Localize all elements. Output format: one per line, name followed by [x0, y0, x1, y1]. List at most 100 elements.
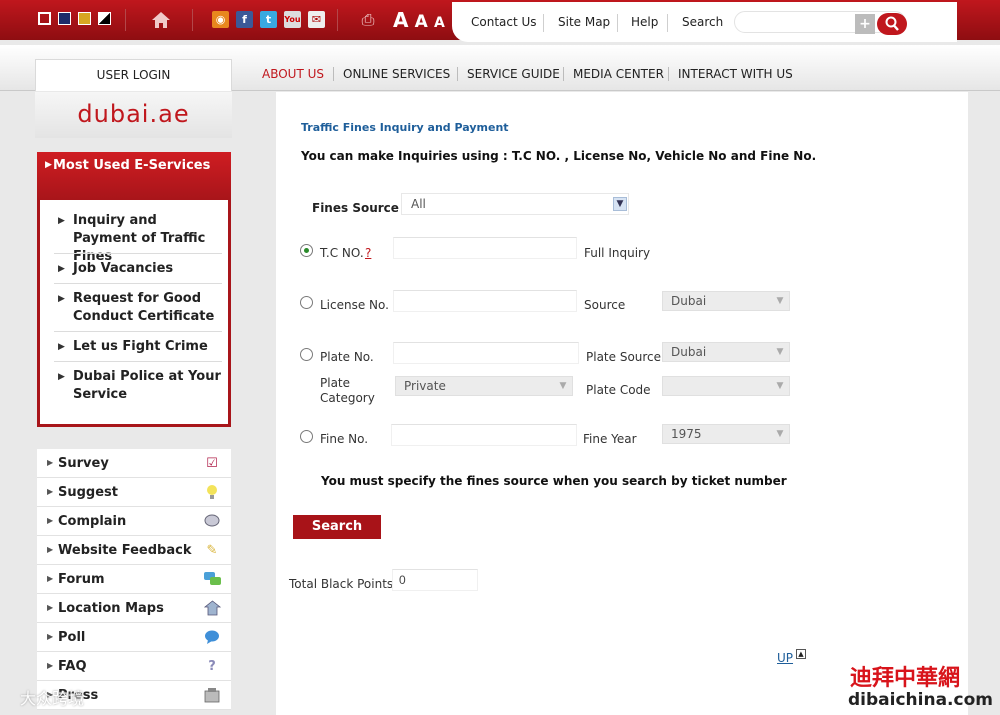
nav-online-services[interactable]: ONLINE SERVICES — [343, 67, 450, 81]
arabic-language-link[interactable]: عربي — [928, 12, 955, 26]
help-link[interactable]: Help — [631, 15, 658, 29]
sidebar-item-faq[interactable]: ▶ FAQ ? — [37, 652, 231, 681]
back-to-top-link[interactable]: UP — [777, 651, 793, 665]
plate-no-input[interactable] — [393, 342, 579, 364]
chevron-down-icon: ▼ — [613, 197, 627, 211]
divider — [333, 67, 334, 81]
most-used-title: Most Used E-Services — [53, 158, 211, 173]
fines-source-value: All — [411, 197, 426, 211]
plate-source-select[interactable]: Dubai ▼ — [662, 342, 790, 362]
caret-right-icon: ▶ — [45, 160, 52, 170]
fines-source-notice: You must specify the fines source when y… — [321, 474, 787, 488]
main-navigation: USER LOGIN ABOUT US ONLINE SERVICES SERV… — [0, 45, 1000, 91]
caret-right-icon: ▶ — [58, 264, 65, 274]
advanced-search-button[interactable]: + — [855, 14, 875, 34]
fine-year-select[interactable]: 1975 ▼ — [662, 424, 790, 444]
divider — [667, 14, 668, 32]
tc-no-input[interactable] — [393, 237, 577, 259]
divider — [54, 253, 222, 254]
sidebar-item-label: Poll — [58, 630, 86, 645]
tc-no-radio[interactable] — [300, 244, 313, 257]
search-button[interactable] — [877, 13, 907, 35]
sidebar-item-website-feedback[interactable]: ▶ Website Feedback ✎ — [37, 536, 231, 565]
font-size-small[interactable]: A — [434, 15, 445, 31]
most-used-item-police-service[interactable]: ▶ Dubai Police at Your Service — [54, 368, 222, 404]
contact-us-link[interactable]: Contact Us — [471, 15, 537, 29]
font-size-controls: A A A — [393, 8, 447, 32]
youtube-icon[interactable]: You — [284, 11, 301, 28]
plate-source-label: Plate Source — [586, 350, 662, 364]
plate-no-radio[interactable] — [300, 348, 313, 361]
nav-about-us[interactable]: ABOUT US — [262, 67, 324, 81]
fine-no-input[interactable] — [391, 424, 577, 446]
sidebar-links: ▶ Survey ☑ ▶ Suggest ▶ Complain ▶ Websit… — [37, 449, 231, 710]
twitter-icon[interactable]: t — [260, 11, 277, 28]
fines-source-select[interactable]: All ▼ — [401, 193, 629, 215]
theme-contrast-icon[interactable] — [98, 12, 111, 25]
source-select[interactable]: Dubai ▼ — [662, 291, 790, 311]
search-icon — [885, 16, 899, 34]
chevron-down-icon: ▼ — [776, 381, 784, 391]
nav-interact-with-us[interactable]: INTERACT WITH US — [678, 67, 793, 81]
top-links-panel: Contact Us Site Map Help Search + — [452, 2, 957, 42]
divider — [668, 67, 669, 81]
font-size-large[interactable]: A — [393, 8, 408, 32]
caret-right-icon: ▶ — [47, 603, 54, 612]
theme-white-icon[interactable] — [38, 12, 51, 25]
search-fines-button[interactable]: Search — [293, 515, 381, 539]
rss-icon[interactable]: ◉ — [212, 11, 229, 28]
facebook-icon[interactable]: f — [236, 11, 253, 28]
tc-help-link[interactable]: ? — [365, 246, 371, 260]
intro-text: You can make Inquiries using : T.C NO. ,… — [301, 149, 817, 163]
home-icon[interactable] — [150, 11, 172, 28]
nav-service-guide[interactable]: SERVICE GUIDE — [467, 67, 560, 81]
page-title: Traffic Fines Inquiry and Payment — [301, 121, 509, 134]
sidebar-item-suggest[interactable]: ▶ Suggest — [37, 478, 231, 507]
caret-right-icon: ▶ — [58, 342, 65, 352]
most-used-item-good-conduct[interactable]: ▶ Request for Good Conduct Certificate — [54, 290, 222, 326]
divider — [192, 9, 193, 31]
theme-gold-icon[interactable] — [78, 12, 91, 25]
most-used-item-traffic-fines[interactable]: ▶ Inquiry and Payment of Traffic Fines — [54, 212, 222, 266]
font-size-medium[interactable]: A — [415, 12, 428, 32]
sidebar-item-forum[interactable]: ▶ Forum — [37, 565, 231, 594]
caret-right-icon: ▶ — [47, 458, 54, 467]
divider — [617, 14, 618, 32]
divider — [54, 331, 222, 332]
mail-icon[interactable]: ✉ — [308, 11, 325, 28]
sidebar-item-poll[interactable]: ▶ Poll — [37, 623, 231, 652]
dubai-ae-logo[interactable]: dubai.ae — [35, 92, 232, 138]
plate-category-label: Plate Category — [320, 376, 375, 405]
divider — [54, 283, 222, 284]
most-used-item-fight-crime[interactable]: ▶ Let us Fight Crime — [54, 338, 222, 356]
license-no-radio[interactable] — [300, 296, 313, 309]
sidebar-item-label: FAQ — [58, 659, 87, 674]
sidebar-item-survey[interactable]: ▶ Survey ☑ — [37, 449, 231, 478]
caret-right-icon: ▶ — [47, 574, 54, 583]
plate-source-value: Dubai — [671, 345, 707, 359]
fines-source-label: Fines Source — [312, 201, 399, 215]
plate-category-select[interactable]: Private ▼ — [395, 376, 573, 396]
lightbulb-icon — [203, 483, 221, 501]
most-used-label: Request for Good Conduct Certificate — [73, 291, 215, 324]
fine-no-radio[interactable] — [300, 430, 313, 443]
nav-media-center[interactable]: MEDIA CENTER — [573, 67, 664, 81]
site-map-link[interactable]: Site Map — [558, 15, 610, 29]
poll-bubble-icon — [203, 628, 221, 646]
license-no-input[interactable] — [393, 290, 577, 312]
logo-text: dubai.ae — [77, 100, 190, 128]
tc-no-label: T.C NO. — [320, 246, 364, 260]
sidebar-item-complain[interactable]: ▶ Complain — [37, 507, 231, 536]
sidebar-item-location-maps[interactable]: ▶ Location Maps — [37, 594, 231, 623]
divider — [337, 9, 338, 31]
theme-navy-icon[interactable] — [58, 12, 71, 25]
main-content: Traffic Fines Inquiry and Payment You ca… — [276, 92, 968, 715]
plate-code-select[interactable]: ▼ — [662, 376, 790, 396]
most-used-list: ▶ Inquiry and Payment of Traffic Fines ▶… — [37, 200, 231, 427]
user-login-tab[interactable]: USER LOGIN — [35, 59, 232, 91]
print-icon[interactable]: ⎙ — [358, 10, 378, 29]
caret-right-icon: ▶ — [47, 516, 54, 525]
license-no-label: License No. — [320, 298, 389, 312]
watermark-left: 大众跨境 — [20, 689, 85, 708]
most-used-item-job-vacancies[interactable]: ▶ Job Vacancies — [54, 260, 222, 278]
